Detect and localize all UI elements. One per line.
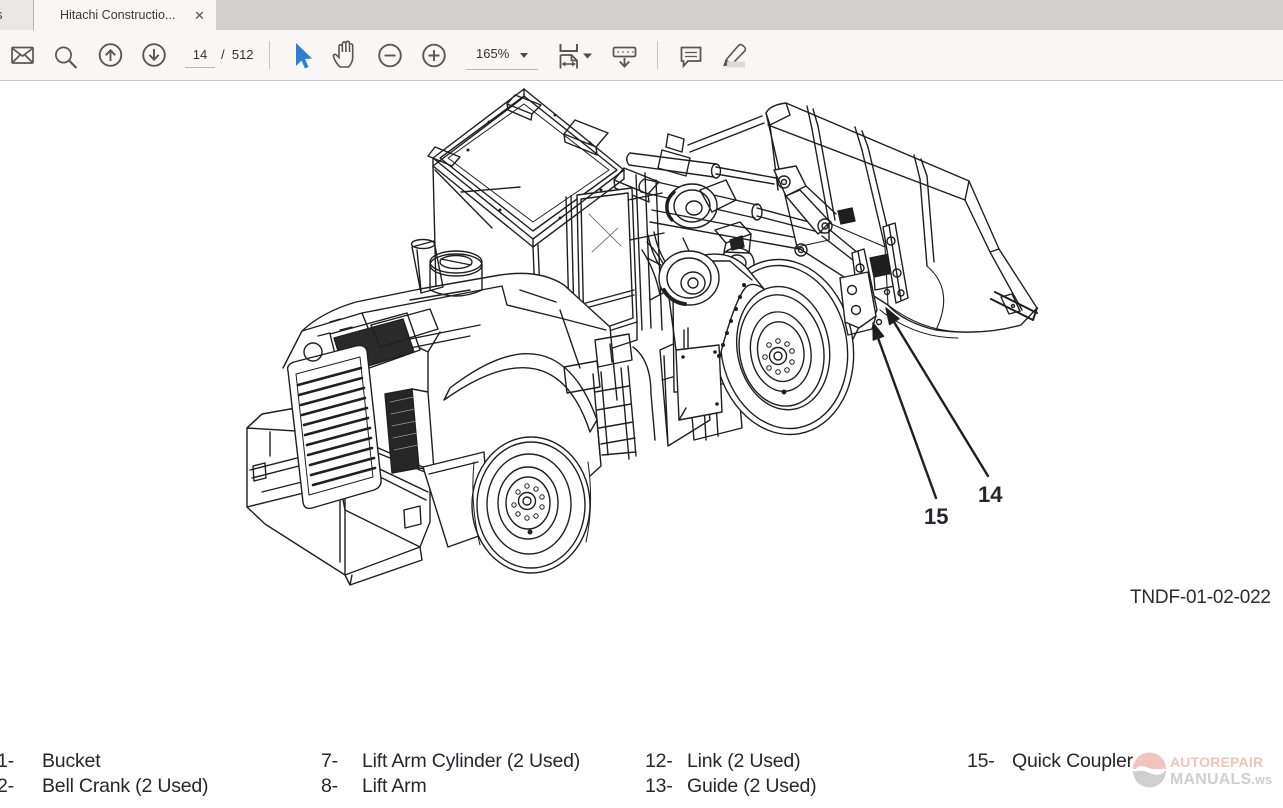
- svg-text:MANUALS.ws: MANUALS.ws: [1170, 771, 1272, 788]
- svg-text:AUTOREPAIR: AUTOREPAIR: [1170, 754, 1263, 770]
